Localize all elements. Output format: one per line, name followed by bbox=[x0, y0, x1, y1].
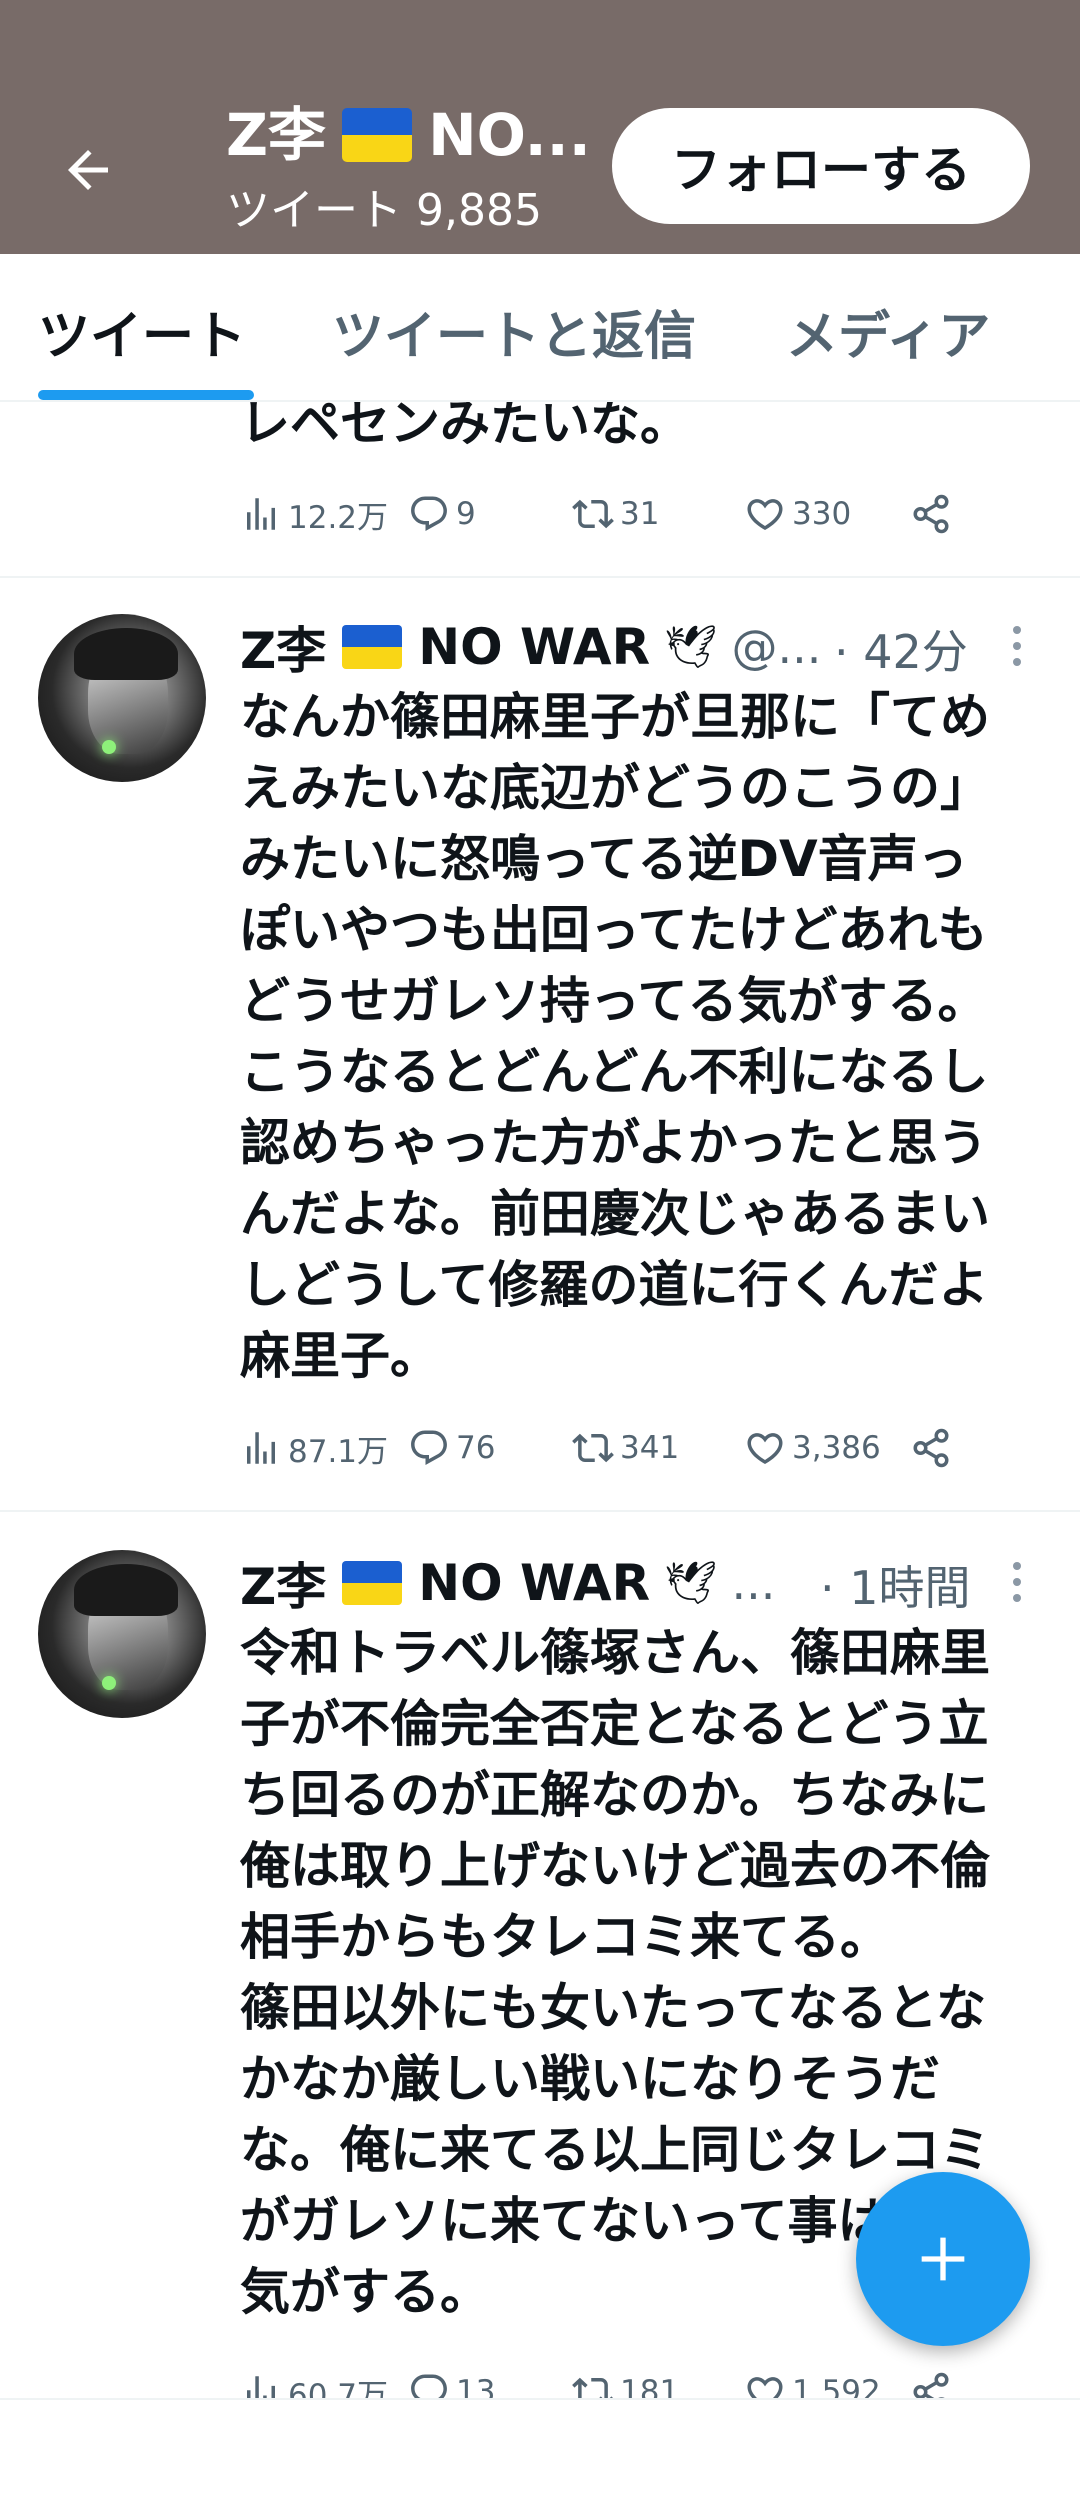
tweet-feed[interactable]: レペセンみたいな。 12.2万 9 31 330 Z李 NO WAR 🕊 @..… bbox=[0, 402, 1080, 2402]
tweet-actions: 87.1万 76 341 3,386 bbox=[240, 1418, 980, 1478]
views-button[interactable]: 87.1万 bbox=[240, 1418, 388, 1478]
more-options-icon[interactable] bbox=[1002, 616, 1032, 676]
back-button[interactable] bbox=[48, 130, 128, 210]
tab-tweets-and-replies[interactable]: ツイートと返信 bbox=[332, 294, 696, 369]
header-title: Z李 NO... bbox=[226, 102, 591, 168]
tweet-author-name[interactable]: Z李 bbox=[240, 1547, 326, 1619]
retweet-button[interactable]: 31 bbox=[572, 484, 659, 544]
share-icon bbox=[913, 494, 949, 534]
views-count: 12.2万 bbox=[288, 499, 389, 536]
header-display-name: Z李 bbox=[226, 101, 327, 169]
arrow-left-icon bbox=[68, 150, 108, 190]
reply-button[interactable]: 9 bbox=[408, 484, 476, 544]
heart-icon bbox=[747, 499, 783, 531]
reply-button[interactable]: 76 bbox=[408, 1418, 495, 1478]
like-count: 3,386 bbox=[792, 1430, 881, 1466]
like-button[interactable]: 330 bbox=[744, 484, 851, 544]
tweet-author-name[interactable]: Z李 bbox=[240, 611, 326, 683]
reply-button[interactable]: 13 bbox=[408, 2362, 495, 2402]
compose-tweet-button[interactable] bbox=[856, 2172, 1030, 2346]
share-icon bbox=[913, 1428, 949, 1468]
tab-media[interactable]: メディア bbox=[786, 294, 990, 369]
tweet-timestamp[interactable]: · 1時間 bbox=[820, 1552, 971, 1618]
ukraine-flag-icon bbox=[342, 625, 403, 669]
reply-icon bbox=[411, 1430, 447, 1465]
tweet-actions: 12.2万 9 31 330 bbox=[240, 484, 980, 544]
dove-icon: 🕊 bbox=[664, 1558, 718, 1607]
views-button[interactable]: 12.2万 bbox=[240, 484, 388, 544]
reply-count: 9 bbox=[456, 496, 476, 532]
tweet-divider bbox=[0, 1510, 1080, 1512]
avatar[interactable] bbox=[38, 1550, 206, 1718]
analytics-icon bbox=[247, 498, 275, 530]
tweet-author-handle[interactable]: @... bbox=[731, 620, 821, 674]
tweet-author-handle[interactable]: ... bbox=[731, 1556, 775, 1610]
tweet-author-name-suffix[interactable]: NO WAR bbox=[418, 618, 650, 676]
dove-icon: 🕊 bbox=[664, 622, 718, 671]
retweet-button[interactable]: 341 bbox=[572, 1418, 679, 1478]
like-button[interactable]: 1,592 bbox=[744, 2362, 881, 2402]
active-tab-indicator bbox=[38, 390, 254, 400]
like-count: 330 bbox=[792, 496, 852, 532]
reply-count: 76 bbox=[456, 1430, 496, 1466]
tweet-divider bbox=[0, 576, 1080, 578]
header-display-name-suffix: NO... bbox=[428, 101, 591, 169]
ukraine-flag-icon bbox=[342, 108, 413, 162]
retweet-button[interactable]: 181 bbox=[572, 2362, 679, 2402]
analytics-icon bbox=[247, 1432, 275, 1464]
profile-header: Z李 NO... ツイート 9,885 フォローする bbox=[0, 0, 1080, 254]
tab-tweets[interactable]: ツイート bbox=[38, 294, 246, 369]
retweet-icon bbox=[572, 1433, 614, 1463]
ukraine-flag-icon bbox=[342, 1561, 403, 1605]
tweet-timestamp[interactable]: · 42分 bbox=[834, 616, 968, 682]
views-button[interactable]: 60.7万 bbox=[240, 2362, 388, 2402]
bottom-bar bbox=[0, 2398, 1080, 2520]
tweet-count: ツイート 9,885 bbox=[226, 185, 542, 236]
avatar[interactable] bbox=[38, 614, 206, 782]
heart-icon bbox=[747, 1433, 783, 1465]
reply-icon bbox=[411, 496, 447, 531]
share-button[interactable] bbox=[910, 1418, 952, 1478]
tweet-author-name-suffix[interactable]: NO WAR bbox=[418, 1554, 650, 1612]
tweet-actions: 60.7万 13 181 1,592 bbox=[240, 2362, 980, 2402]
follow-button[interactable]: フォローする bbox=[612, 108, 1030, 224]
share-button[interactable] bbox=[910, 2362, 952, 2402]
share-button[interactable] bbox=[910, 484, 952, 544]
profile-tabs: ツイート ツイートと返信 メディア bbox=[0, 254, 1080, 402]
tweet-text: レペセンみたいな。 bbox=[240, 402, 690, 452]
retweet-count: 31 bbox=[620, 496, 660, 532]
like-button[interactable]: 3,386 bbox=[744, 1418, 881, 1478]
retweet-icon bbox=[572, 499, 614, 529]
views-count: 87.1万 bbox=[288, 1433, 389, 1470]
more-options-icon[interactable] bbox=[1002, 1552, 1032, 1612]
retweet-count: 341 bbox=[620, 1430, 680, 1466]
tweet-text: なんか篠田麻里子が旦那に「てめ えみたいな底辺がどうのこうの」 みたいに怒鳴って… bbox=[240, 688, 990, 1385]
plus-icon bbox=[921, 2237, 965, 2281]
